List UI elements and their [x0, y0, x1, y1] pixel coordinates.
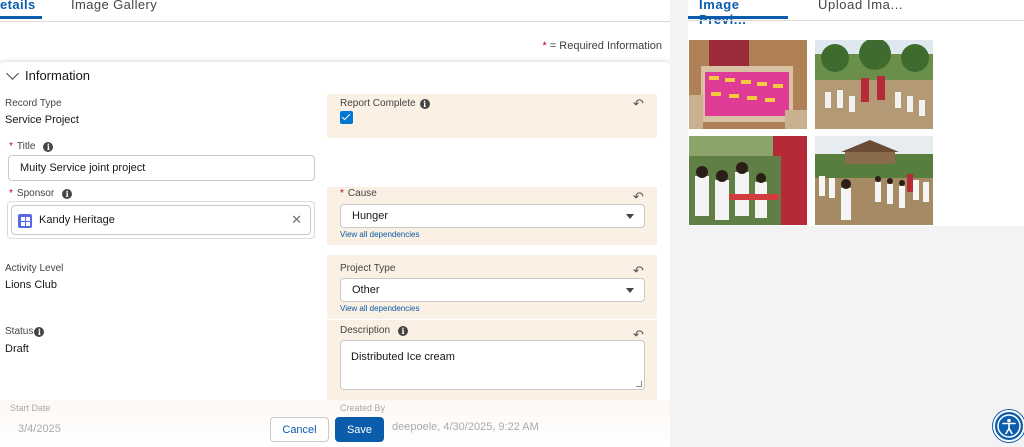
sponsor-lookup-pill[interactable]: Kandy Heritage ✕ [11, 205, 311, 235]
title-label: * Title i [9, 141, 54, 152]
info-icon[interactable]: i [62, 188, 73, 199]
info-icon[interactable]: i [419, 98, 430, 109]
save-button[interactable]: Save [335, 417, 384, 442]
cause-label: * Cause [340, 188, 377, 199]
tab-image-preview[interactable]: Image Previ... [688, 0, 788, 27]
start-date-value: 3/4/2025 [18, 423, 61, 435]
section-header-information[interactable]: Information [6, 67, 91, 83]
gallery-photo[interactable] [689, 136, 807, 225]
record-tabs: etails Image Gallery [0, 0, 670, 22]
sponsor-value: Kandy Heritage [39, 214, 115, 226]
gallery-photo[interactable] [815, 40, 933, 129]
title-input[interactable]: Muity Service joint project [8, 155, 315, 181]
info-icon[interactable]: i [34, 326, 45, 337]
resize-handle[interactable] [636, 381, 642, 387]
undo-icon[interactable]: ↶ [633, 189, 644, 205]
sponsor-label: * Sponsor i [9, 188, 73, 199]
start-date-label: Start Date [10, 403, 51, 413]
undo-icon[interactable]: ↶ [633, 96, 644, 112]
created-by-value: deepoele, 4/30/2025, 9:22 AM [392, 421, 539, 433]
tab-upload-image[interactable]: Upload Ima... [818, 0, 903, 19]
accessibility-icon [997, 414, 1021, 438]
accessibility-button[interactable] [993, 410, 1024, 442]
activity-level-label: Activity Level [5, 263, 64, 274]
gallery-photo[interactable] [689, 40, 807, 129]
tabs-underline [688, 20, 1024, 21]
report-complete-checkbox[interactable] [340, 111, 353, 124]
section-title: Information [25, 68, 91, 83]
description-label: Description i [340, 325, 409, 336]
image-preview-panel: Image Previ... Upload Ima... [688, 0, 1024, 226]
record-type-value: Service Project [5, 114, 79, 126]
report-complete-label: Report Complete i [340, 98, 430, 109]
gallery-photo[interactable] [815, 136, 933, 225]
info-icon[interactable]: i [398, 325, 409, 336]
record-type-label: Record Type [5, 98, 62, 109]
description-textarea[interactable]: Distributed Ice cream [340, 340, 645, 390]
tab-image-gallery[interactable]: Image Gallery [71, 0, 157, 19]
caret-down-icon [626, 288, 634, 293]
tab-details[interactable]: etails [0, 0, 42, 19]
cause-dependencies-link[interactable]: View all dependencies [340, 230, 419, 239]
project-type-dependencies-link[interactable]: View all dependencies [340, 304, 419, 313]
chevron-down-icon [6, 67, 19, 80]
cause-select[interactable]: Hunger [340, 204, 645, 228]
undo-icon[interactable]: ↶ [633, 263, 644, 279]
caret-down-icon [626, 214, 634, 219]
status-label: Status i [5, 326, 45, 337]
required-info-note: * = Required Information [542, 40, 662, 52]
cancel-button[interactable]: Cancel [270, 417, 329, 442]
record-detail-panel: etails Image Gallery * = Required Inform… [0, 0, 670, 447]
panel-divider [670, 0, 688, 447]
status-value: Draft [5, 343, 29, 355]
activity-level-value: Lions Club [5, 279, 57, 291]
close-icon[interactable]: ✕ [291, 212, 302, 228]
project-type-select[interactable]: Other [340, 278, 645, 302]
project-type-label: Project Type [340, 263, 396, 274]
account-icon [18, 214, 32, 228]
created-by-label: Created By [340, 403, 386, 413]
info-icon[interactable]: i [43, 141, 54, 152]
